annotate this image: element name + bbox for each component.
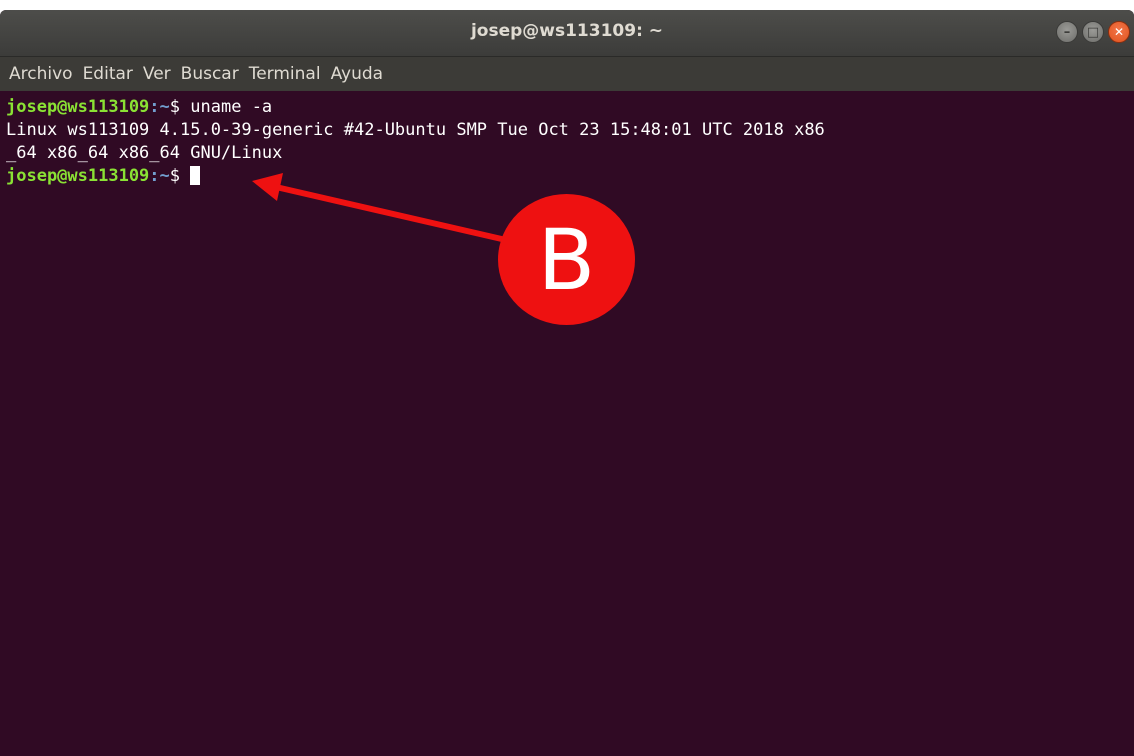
window-controls: – □ ✕ (1056, 21, 1130, 43)
close-button[interactable]: ✕ (1108, 21, 1130, 43)
terminal-area[interactable]: josep@ws113109:~$ uname -a Linux ws11310… (0, 91, 1134, 756)
window-title: josep@ws113109: ~ (470, 21, 664, 41)
terminal-command-line: josep@ws113109:~$ uname -a (6, 96, 1134, 119)
terminal-output-line: Linux ws113109 4.15.0-39-generic #42-Ubu… (6, 120, 825, 140)
text-cursor (190, 166, 201, 185)
prompt-colon: : (149, 97, 160, 117)
menu-item-buscar[interactable]: Buscar (177, 60, 243, 88)
terminal-output-line: _64 x86_64 x86_64 GNU/Linux (6, 143, 283, 163)
menu-item-terminal[interactable]: Terminal (245, 60, 325, 88)
prompt-sign: $ (169, 166, 191, 186)
menu-item-ayuda[interactable]: Ayuda (327, 60, 388, 88)
command-text: uname -a (190, 97, 273, 117)
close-icon: ✕ (1113, 25, 1125, 39)
title-bar[interactable]: josep@ws113109: ~ – □ ✕ (0, 10, 1134, 57)
maximize-icon: □ (1086, 24, 1100, 40)
maximize-button[interactable]: □ (1082, 21, 1104, 43)
menu-item-editar[interactable]: Editar (79, 60, 137, 88)
menu-item-archivo[interactable]: Archivo (5, 60, 77, 88)
minimize-icon: – (1063, 24, 1071, 40)
prompt-colon: : (149, 166, 160, 186)
prompt-path: ~ (159, 166, 170, 186)
prompt-user: josep@ws113109 (6, 97, 150, 117)
prompt-user: josep@ws113109 (6, 166, 150, 186)
menu-bar: Archivo Editar Ver Buscar Terminal Ayuda (0, 57, 1134, 91)
minimize-button[interactable]: – (1056, 21, 1078, 43)
menu-item-ver[interactable]: Ver (139, 60, 175, 88)
prompt-path: ~ (159, 97, 170, 117)
terminal-prompt-line: josep@ws113109:~$ (6, 165, 1134, 188)
terminal-window: josep@ws113109: ~ – □ ✕ Archivo Editar V… (0, 10, 1134, 756)
prompt-sign: $ (169, 97, 191, 117)
